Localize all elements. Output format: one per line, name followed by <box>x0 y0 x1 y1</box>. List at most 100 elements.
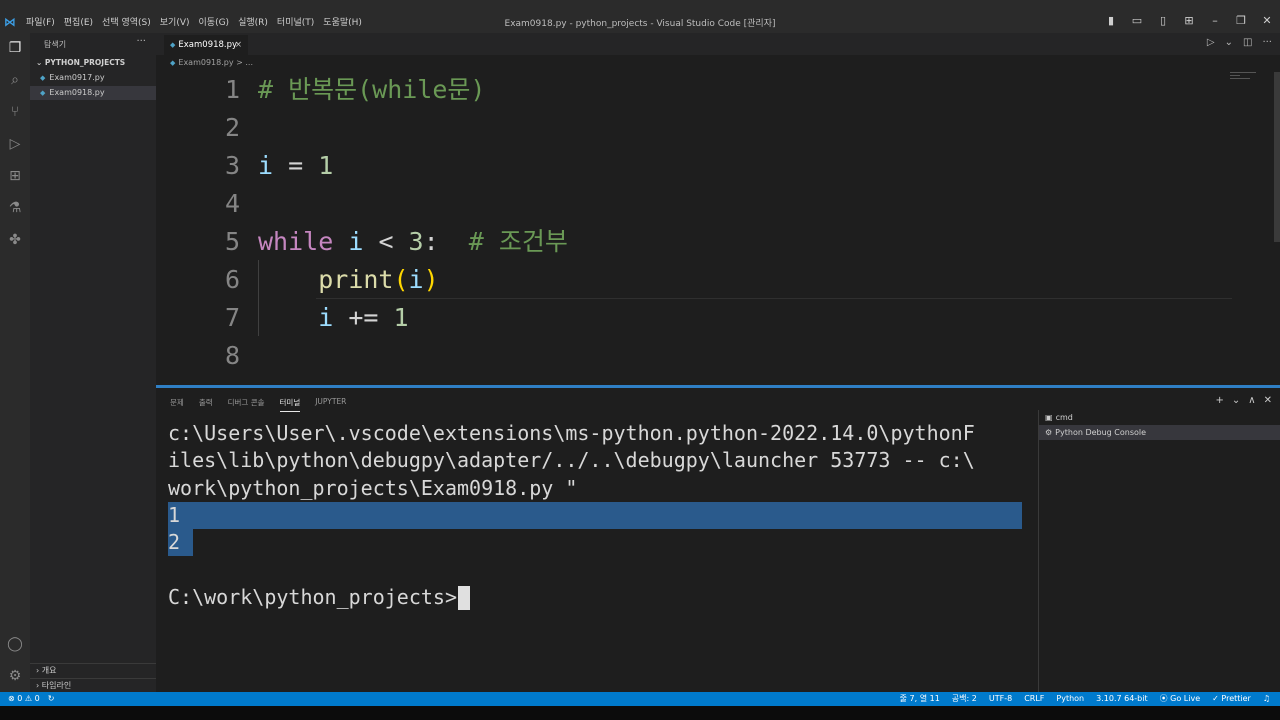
window-title: Exam0918.py - python_projects - Visual S… <box>504 19 776 29</box>
code-token: # 반복문(while문) <box>258 75 486 104</box>
breadcrumb[interactable]: ◆ Exam0918.py > ... <box>170 58 253 67</box>
cursor-position[interactable]: 줄 7, 열 11 <box>900 692 940 706</box>
code-token: print <box>318 265 394 294</box>
timeline-section[interactable]: › 타임라인 <box>30 678 156 692</box>
folder-python-projects[interactable]: ⌄ PYTHON_PROJECTS <box>36 58 125 67</box>
indentation-status[interactable]: 공백: 2 <box>952 692 977 706</box>
tab-terminal[interactable]: 터미널 <box>279 397 301 412</box>
customize-layout-icon[interactable]: ⊞ <box>1182 14 1196 27</box>
terminal-line-selected: 2 <box>168 529 193 557</box>
terminal-line: c:\Users\User\.vscode\extensions\ms-pyth… <box>168 421 975 445</box>
new-terminal-icon[interactable]: + <box>1216 395 1224 406</box>
eol-status[interactable]: CRLF <box>1024 692 1044 706</box>
encoding-status[interactable]: UTF-8 <box>989 692 1012 706</box>
code-line: 1 # 반복문(while문) <box>156 71 1236 109</box>
menu-go[interactable]: 이동(G) <box>199 15 230 28</box>
restore-icon[interactable]: ❐ <box>1234 14 1248 27</box>
terminal-prompt-line: C:\work\python_projects> <box>168 584 1024 611</box>
minimize-icon[interactable]: – <box>1208 14 1222 27</box>
run-options-chevron-icon[interactable]: ⌄ <box>1225 37 1233 48</box>
terminal-item-cmd[interactable]: ▣ cmd <box>1039 410 1280 425</box>
explorer-icon[interactable]: ❐ <box>6 39 24 57</box>
maximize-panel-icon[interactable]: ∧ <box>1248 395 1255 406</box>
line-number: 1 <box>224 75 240 104</box>
toggle-panel-icon[interactable]: ▭ <box>1130 14 1144 27</box>
language-mode[interactable]: Python <box>1056 692 1084 706</box>
extensions-icon[interactable]: ⊞ <box>6 167 24 185</box>
split-editor-icon[interactable]: ◫ <box>1243 37 1252 48</box>
code-line: 6 print(i) <box>156 261 1236 299</box>
python-file-icon: ◆ <box>170 41 176 49</box>
toggle-primary-sidebar-icon[interactable]: ▮ <box>1104 14 1118 27</box>
tab-exam0918[interactable]: ◆ Exam0918.py × <box>164 35 248 55</box>
tab-close-icon[interactable]: × <box>235 35 242 55</box>
go-live-button[interactable]: ⦿ Go Live <box>1160 692 1201 706</box>
terminal-line-wrapper: 2 <box>168 529 1024 557</box>
run-python-file-icon[interactable]: ▷ <box>1207 37 1215 48</box>
code-token: ) <box>423 265 439 294</box>
notifications-bell-icon[interactable]: ♫ <box>1263 692 1270 706</box>
toggle-secondary-sidebar-icon[interactable]: ▯ <box>1156 14 1170 27</box>
account-icon[interactable]: ◯ <box>6 635 24 653</box>
menu-selection[interactable]: 선택 영역(S) <box>102 15 151 28</box>
menu-file[interactable]: 파일(F) <box>26 15 55 28</box>
code-token: < <box>363 227 409 256</box>
code-text: i = 1 <box>258 147 333 185</box>
file-item-exam0917[interactable]: ◆ Exam0917.py <box>30 71 156 85</box>
tab-problems[interactable]: 문제 <box>170 397 184 412</box>
source-control-icon[interactable]: ⑂ <box>6 103 24 121</box>
code-text: print(i) <box>258 261 439 299</box>
run-debug-icon[interactable]: ▷ <box>6 135 24 153</box>
close-window-icon[interactable]: ✕ <box>1260 14 1274 27</box>
settings-gear-icon[interactable]: ⚙ <box>6 667 24 685</box>
terminal-item-python-debug-console[interactable]: ⚙ Python Debug Console <box>1039 425 1280 440</box>
menu-bar: 파일(F) 편집(E) 선택 영역(S) 보기(V) 이동(G) 실행(R) 터… <box>26 15 362 28</box>
terminal-dropdown-chevron-icon[interactable]: ⌄ <box>1232 395 1240 406</box>
menu-help[interactable]: 도움말(H) <box>323 15 362 28</box>
terminal-output[interactable]: c:\Users\User\.vscode\extensions\ms-pyth… <box>168 420 1024 690</box>
code-token: += <box>333 303 394 332</box>
tab-debug-console[interactable]: 디버그 콘솔 <box>228 397 265 412</box>
close-panel-icon[interactable]: ✕ <box>1264 395 1272 406</box>
code-token: i <box>408 265 424 294</box>
code-token: ( <box>393 265 409 294</box>
code-editor[interactable]: 1 # 반복문(while문) 2 3 i = 1 4 5 while i < 3: # 조건… <box>156 70 1280 384</box>
more-actions-icon[interactable]: ··· <box>1262 37 1272 48</box>
menu-terminal[interactable]: 터미널(T) <box>277 15 314 28</box>
activity-bar: ❐ ⌕ ⑂ ▷ ⊞ ⚗ ✤ ◯ ⚙ <box>0 33 30 692</box>
code-token: 1 <box>393 303 409 332</box>
status-right: 줄 7, 열 11 공백: 2 UTF-8 CRLF Python 3.10.7… <box>900 692 1270 706</box>
menu-edit[interactable]: 편집(E) <box>64 15 93 28</box>
line-number: 5 <box>224 227 240 256</box>
tab-output[interactable]: 출력 <box>199 397 213 412</box>
go-live-label: Go Live <box>1170 694 1201 703</box>
terminal-line-selected: 1 <box>168 501 1022 530</box>
live-share-icon[interactable]: ↻ <box>48 692 55 706</box>
sidebar-more-button[interactable]: ··· <box>136 36 146 47</box>
problems-status[interactable]: ⊗ 0 ⚠ 0 <box>8 692 40 706</box>
explorer-sidebar: 탐색기 ··· ⌄ PYTHON_PROJECTS ◆ Exam0917.py ◆… <box>30 33 156 692</box>
terminal-cursor <box>457 586 470 611</box>
code-line: 2 <box>156 109 1236 147</box>
python-file-icon: ◆ <box>170 59 176 67</box>
minimap[interactable] <box>1230 72 1270 92</box>
editor-scrollbar[interactable] <box>1274 72 1280 242</box>
line-number: 2 <box>224 113 240 142</box>
prettier-status[interactable]: ✓ Prettier <box>1212 692 1251 706</box>
python-icon[interactable]: ✤ <box>6 231 24 249</box>
panel-actions: + ⌄ ∧ ✕ <box>1216 395 1273 406</box>
file-item-exam0918[interactable]: ◆ Exam0918.py <box>30 86 156 100</box>
python-interpreter[interactable]: 3.10.7 64-bit <box>1096 692 1148 706</box>
outline-section[interactable]: › 개요 <box>30 663 156 677</box>
menu-run[interactable]: 실행(R) <box>238 15 268 28</box>
menu-view[interactable]: 보기(V) <box>160 15 190 28</box>
code-token: 3 <box>408 227 424 256</box>
tab-jupyter[interactable]: JUPYTER <box>315 397 346 412</box>
terminal-prompt: C:\work\python_projects> <box>168 584 457 609</box>
status-left: ⊗ 0 ⚠ 0 ↻ <box>8 692 54 706</box>
testing-icon[interactable]: ⚗ <box>6 199 24 217</box>
search-icon[interactable]: ⌕ <box>6 71 24 89</box>
